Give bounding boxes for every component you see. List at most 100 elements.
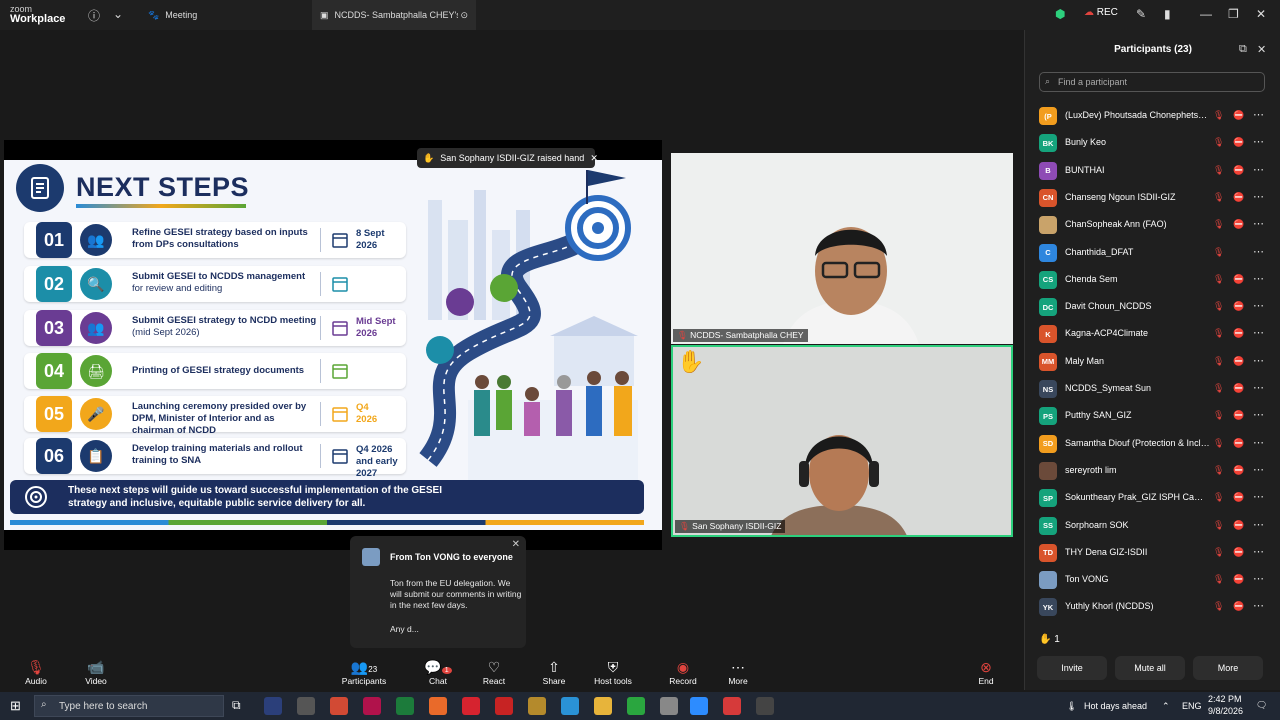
mic-muted-icon[interactable]: 🎙 [1213,410,1224,421]
participant-more-icon[interactable]: ⋯ [1253,436,1264,449]
windows-start-icon[interactable]: ⊞ [10,698,21,714]
participant-row[interactable]: SS Sorphoarn SOK 🎙 ⛔ ⋯ [1037,514,1271,538]
mic-muted-icon[interactable]: 🎙 [1213,192,1224,203]
mic-muted-icon[interactable]: 🎙 [1213,301,1224,312]
participant-more-icon[interactable]: ⋯ [1253,463,1264,476]
participant-more-icon[interactable]: ⋯ [1253,490,1264,503]
participant-more-icon[interactable]: ⋯ [1253,518,1264,531]
camera-off-icon[interactable]: ⛔ [1233,410,1244,421]
language-indicator[interactable]: ENG [1182,701,1202,711]
mic-muted-icon[interactable]: 🎙 [1213,274,1224,285]
participant-row[interactable]: CS Chenda Sem 🎙 ⛔ ⋯ [1037,268,1271,292]
participant-row[interactable]: YK Yuthly Khorl (NCDDS) 🎙 ⛔ ⋯ [1037,595,1271,619]
search-input[interactable]: ⌕ Find a participant [1039,72,1265,92]
record-button[interactable]: ◉ Record [653,658,713,686]
mic-muted-icon[interactable]: 🎙 [1213,247,1224,258]
mic-muted-icon[interactable]: 🎙 [1213,520,1224,531]
minimize-icon[interactable]: — [1200,7,1212,21]
close-icon[interactable]: ✕ [512,539,520,550]
participant-row[interactable]: CN Chanseng Ngoun ISDII-GIZ 🎙 ⛔ ⋯ [1037,186,1271,210]
camera-off-icon[interactable]: ⛔ [1233,274,1244,285]
camera-off-icon[interactable]: ⛔ [1233,301,1244,312]
camera-off-icon[interactable]: ⛔ [1233,601,1244,612]
chrome-icon[interactable] [330,697,348,715]
camera-off-icon[interactable]: ⛔ [1233,520,1244,531]
acrobat-icon[interactable] [495,697,513,715]
close-notice-icon[interactable]: ✕ [590,153,598,164]
mic-muted-icon[interactable]: 🎙 [1213,547,1224,558]
info-icon[interactable]: ⓘ [88,7,100,24]
chat-notification[interactable]: From Ton VONG to everyone Ton from the E… [350,536,526,648]
invite-button[interactable]: Invite [1037,656,1107,680]
participant-more-icon[interactable]: ⋯ [1253,545,1264,558]
camera-off-icon[interactable]: ⛔ [1233,438,1244,449]
participant-more-icon[interactable]: ⋯ [1253,245,1264,258]
participant-row[interactable]: DC Davit Choun_NCDDS 🎙 ⛔ ⋯ [1037,295,1271,319]
camera-off-icon[interactable]: ⛔ [1233,492,1244,503]
telegram-icon[interactable] [561,697,579,715]
zoom-taskbar-icon[interactable] [690,697,708,715]
taskbar-search-input[interactable]: ⌕ Type here to search [34,695,224,717]
share-button[interactable]: ⇧ Share [524,658,584,686]
participant-row[interactable]: NS NCDDS_Symeat Sun 🎙 ⛔ ⋯ [1037,377,1271,401]
participant-row[interactable]: PS Putthy SAN_GIZ 🎙 ⛔ ⋯ [1037,404,1271,428]
more-toolbar-button[interactable]: ⋯ More [708,658,768,686]
firefox-icon[interactable] [429,697,447,715]
participant-row[interactable]: ChanSopheak Ann (FAO) 🎙 ⛔ ⋯ [1037,213,1271,237]
weather-text[interactable]: Hot days ahead [1084,701,1147,711]
tray-chevron-icon[interactable]: ⌃ [1162,701,1170,712]
chevron-down-icon[interactable]: ⌄ [113,7,123,21]
participant-row[interactable]: B BUNTHAI 🎙 ⛔ ⋯ [1037,159,1271,183]
participant-more-icon[interactable]: ⋯ [1253,217,1264,230]
camera-off-icon[interactable]: ⛔ [1233,165,1244,176]
app-icon[interactable] [723,697,741,715]
line-icon[interactable] [627,697,645,715]
security-shield-icon[interactable]: ⬢ [1055,7,1065,21]
mute-all-button[interactable]: Mute all [1115,656,1185,680]
camera-off-icon[interactable]: ⛔ [1233,383,1244,394]
photoshop-icon[interactable] [264,697,282,715]
host-tools-button[interactable]: ⛨ Host tools [583,658,643,686]
tool-icon[interactable] [297,697,315,715]
participant-more-icon[interactable]: ⋯ [1253,272,1264,285]
participants-button[interactable]: 👥23 Participants [334,658,394,686]
end-button[interactable]: ⊗ End [956,658,1016,686]
app-icon[interactable] [756,697,774,715]
participant-row[interactable]: SP Sokuntheary Prak_GIZ ISPH Cambo... 🎙 ⛔ ⋯ [1037,486,1271,510]
participant-row[interactable]: (P (LuxDev) Phoutsada Chonephetsala... 🎙 ⛔ ⋯ [1037,104,1271,128]
tab-share[interactable]: ▣ NCDDS- Sambatphalla CHEY's sc ⊙ [312,0,476,30]
participant-row[interactable]: Ton VONG 🎙 ⛔ ⋯ [1037,568,1271,592]
audio-button[interactable]: 🎙 Audio [6,658,66,686]
restore-icon[interactable]: ❐ [1228,7,1239,21]
mic-muted-icon[interactable]: 🎙 [1213,465,1224,476]
opera-icon[interactable] [462,697,480,715]
participant-row[interactable]: TD THY Dena GIZ-ISDII 🎙 ⛔ ⋯ [1037,541,1271,565]
more-button[interactable]: More [1193,656,1263,680]
participant-more-icon[interactable]: ⋯ [1253,108,1264,121]
rec-indicator[interactable]: ☁ REC [1084,7,1118,18]
camera-off-icon[interactable]: ⛔ [1233,219,1244,230]
annotate-icon[interactable]: ✎ [1136,7,1146,21]
view-icon[interactable]: ▮ [1164,7,1171,21]
camera-off-icon[interactable]: ⛔ [1233,328,1244,339]
participant-more-icon[interactable]: ⋯ [1253,572,1264,585]
mic-muted-icon[interactable]: 🎙 [1213,383,1224,394]
participant-row[interactable]: MM Maly Man 🎙 ⛔ ⋯ [1037,350,1271,374]
participant-more-icon[interactable]: ⋯ [1253,163,1264,176]
mic-muted-icon[interactable]: 🎙 [1213,438,1224,449]
participant-more-icon[interactable]: ⋯ [1253,381,1264,394]
mic-muted-icon[interactable]: 🎙 [1213,110,1224,121]
participant-more-icon[interactable]: ⋯ [1253,135,1264,148]
participant-more-icon[interactable]: ⋯ [1253,599,1264,612]
clock-date[interactable]: 9/8/2026 [1208,706,1243,716]
camera-off-icon[interactable]: ⛔ [1233,110,1244,121]
mic-muted-icon[interactable]: 🎙 [1213,219,1224,230]
close-icon[interactable]: ✕ [1256,7,1266,21]
camera-off-icon[interactable]: ⛔ [1233,547,1244,558]
camera-off-icon[interactable]: ⛔ [1233,356,1244,367]
excel-icon[interactable] [396,697,414,715]
mic-muted-icon[interactable]: 🎙 [1213,574,1224,585]
camera-off-icon[interactable]: ⛔ [1233,137,1244,148]
tab-more-icon[interactable]: ⊙ [460,10,468,21]
chat-button[interactable]: 💬 1 Chat [408,658,468,686]
